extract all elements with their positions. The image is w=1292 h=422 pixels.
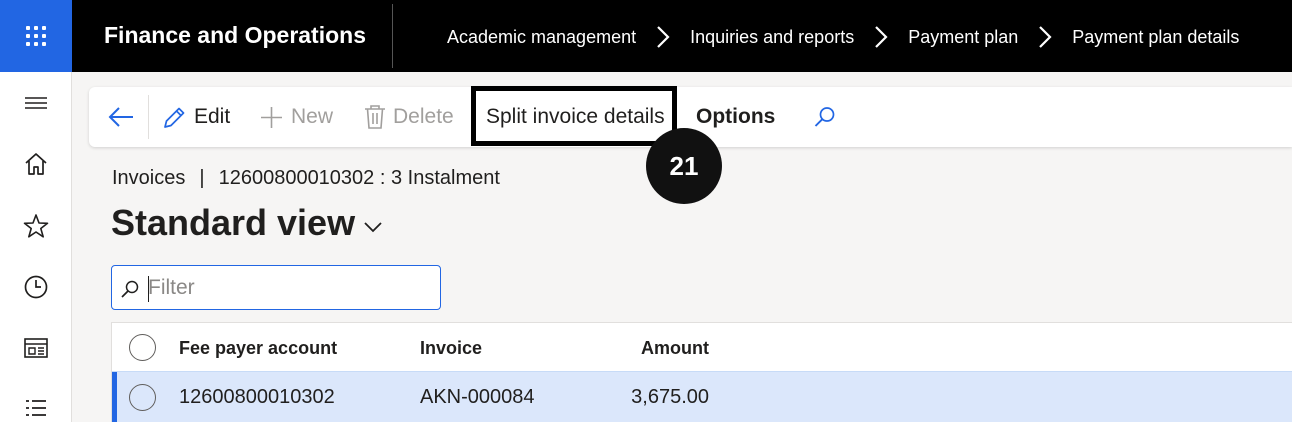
delete-button[interactable]: Delete: [364, 87, 454, 147]
breadcrumb-item-payment-plan[interactable]: Payment plan: [908, 27, 1018, 48]
divider: [148, 95, 149, 139]
clock-icon[interactable]: [22, 273, 50, 301]
table-row[interactable]: 12600800010302 AKN-000084 3,675.00: [112, 371, 1292, 422]
chevron-right-icon: [636, 25, 690, 49]
highlight-box: [471, 86, 677, 146]
fee-payer-account-cell[interactable]: 12600800010302: [179, 386, 335, 409]
delete-label: Delete: [393, 105, 454, 128]
new-label: New: [291, 105, 334, 128]
app-title[interactable]: Finance and Operations: [104, 22, 366, 49]
column-header-fee-payer-account[interactable]: Fee payer account: [179, 338, 337, 359]
star-icon[interactable]: [22, 212, 50, 240]
back-button[interactable]: [107, 87, 142, 147]
modules-list-icon[interactable]: [22, 395, 50, 422]
new-button[interactable]: New: [259, 87, 333, 147]
left-navigation: [0, 72, 72, 422]
pencil-icon: [164, 107, 185, 128]
hamburger-menu-icon[interactable]: [22, 89, 50, 117]
edit-label: Edit: [194, 105, 231, 128]
step-number-badge: 21: [646, 128, 722, 204]
row-select-radio[interactable]: [129, 384, 156, 411]
breadcrumb-item-inquiries-and-reports[interactable]: Inquiries and reports: [690, 27, 854, 48]
chevron-down-icon: [364, 222, 382, 233]
text-cursor: [148, 276, 149, 302]
home-icon[interactable]: [22, 150, 50, 178]
amount-cell[interactable]: 3,675.00: [609, 386, 709, 409]
breadcrumb: Academic management Inquiries and report…: [447, 25, 1239, 49]
caption-record: 12600800010302 : 3 Instalment: [218, 167, 500, 189]
page-caption: Invoices | 12600800010302 : 3 Instalment: [112, 167, 500, 190]
arrow-left-icon: [108, 107, 133, 127]
action-search-button[interactable]: [813, 87, 844, 147]
view-selector[interactable]: Standard view: [111, 202, 383, 244]
search-icon: [121, 280, 139, 298]
search-icon: [814, 107, 835, 127]
breadcrumb-item-academic-management[interactable]: Academic management: [447, 27, 636, 48]
top-bar: Finance and Operations Academic manageme…: [0, 0, 1292, 72]
edit-button[interactable]: Edit: [162, 87, 230, 147]
workspace-icon[interactable]: [22, 334, 50, 362]
page-title: Standard view: [111, 202, 356, 243]
waffle-icon: [26, 26, 46, 46]
select-all-radio[interactable]: [129, 334, 156, 361]
options-label: Options: [696, 105, 776, 128]
filter-input[interactable]: [148, 274, 428, 302]
plus-icon: [261, 106, 282, 128]
column-header-amount[interactable]: Amount: [609, 338, 709, 359]
caption-separator: |: [199, 167, 205, 189]
caption-entity: Invoices: [112, 167, 186, 189]
selection-indicator: [112, 372, 117, 422]
title-divider: [392, 4, 393, 68]
grid-header: Fee payer account Invoice Amount: [112, 323, 1292, 371]
invoice-cell[interactable]: AKN-000084: [420, 386, 535, 409]
app-launcher-button[interactable]: [0, 0, 72, 72]
column-header-invoice[interactable]: Invoice: [420, 338, 482, 359]
chevron-right-icon: [1018, 25, 1072, 49]
breadcrumb-item-payment-plan-details[interactable]: Payment plan details: [1072, 27, 1239, 48]
invoice-grid: Fee payer account Invoice Amount 1260080…: [111, 322, 1292, 422]
filter-box: [111, 265, 441, 310]
chevron-right-icon: [854, 25, 908, 49]
trash-icon: [365, 105, 385, 129]
